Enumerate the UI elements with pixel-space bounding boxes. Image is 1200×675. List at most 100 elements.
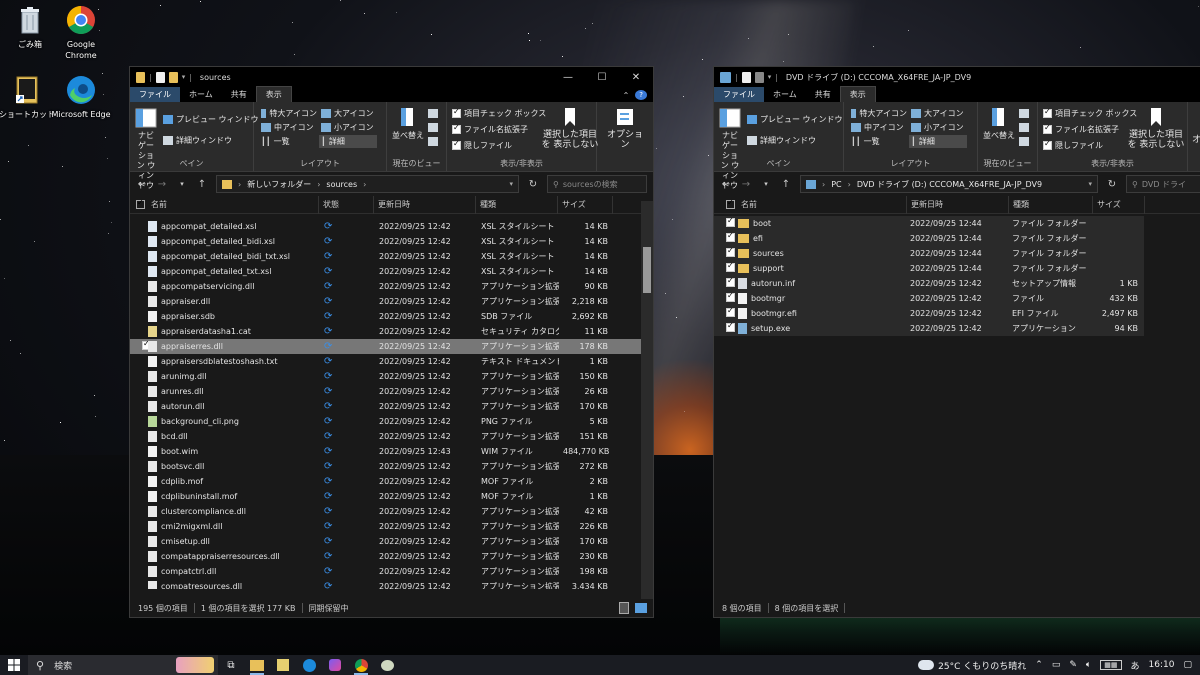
chevron-down-icon[interactable]: ▾ — [1088, 180, 1092, 188]
table-row[interactable]: autorun.dll ⟳ 2022/09/25 12:42 アプリケーション拡張 17… — [130, 399, 653, 414]
tab-file[interactable]: ファイル — [130, 87, 180, 102]
group-by-icon[interactable] — [428, 109, 438, 118]
row-checkbox-checked[interactable] — [142, 341, 148, 350]
taskbar-edge[interactable] — [296, 655, 322, 675]
layout-details[interactable]: ┃ 詳細 — [909, 135, 967, 148]
notification-icon[interactable]: ▢ — [1183, 660, 1192, 670]
sort-button[interactable]: 並べ替え — [983, 107, 1015, 146]
layout-xl-icons[interactable]: 特大アイコン — [849, 107, 907, 120]
layout-s-icons[interactable]: 小アイコン — [319, 121, 377, 134]
table-row[interactable]: cmisetup.dll ⟳ 2022/09/25 12:42 アプリケーション拡張 1… — [130, 534, 653, 549]
navigation-pane-button[interactable]: ナビゲーション ウィンドウ — [719, 107, 741, 191]
properties-icon[interactable] — [741, 71, 751, 83]
table-row[interactable]: boot 2022/09/25 12:44 ファイル フォルダー — [714, 216, 1144, 231]
new-folder-icon[interactable] — [168, 71, 178, 83]
table-row[interactable]: compatappraiserresources.dll ⟳ 2022/09/25 … — [130, 549, 653, 564]
search-box[interactable]: ⚲ sourcesの検索 — [547, 175, 647, 193]
table-row[interactable]: appraiserdatasha1.cat ⟳ 2022/09/25 12:42 セキ… — [130, 324, 653, 339]
taskbar-search[interactable]: ⚲ 検索 — [28, 655, 218, 675]
chevron-down-icon[interactable]: ▾ — [509, 180, 513, 188]
add-columns-icon[interactable] — [428, 123, 438, 132]
breadcrumb-item[interactable]: DVD ドライブ (D:) CCCOMA_X64FRE_JA-JP_DV9 — [857, 179, 1042, 190]
tab-share[interactable]: 共有 — [806, 87, 840, 102]
details-pane-button[interactable]: 詳細ウィンドウ — [747, 134, 843, 147]
vertical-scrollbar[interactable] — [641, 201, 653, 599]
table-row[interactable]: bootmgr 2022/09/25 12:42 ファイル 432 KB — [714, 291, 1144, 306]
taskbar-explorer[interactable] — [244, 655, 270, 675]
table-row[interactable]: cmi2migxml.dll ⟳ 2022/09/25 12:42 アプリケーション拡… — [130, 519, 653, 534]
table-row[interactable]: appraiserres.dll ⟳ 2022/09/25 12:42 アプリケーショ… — [130, 339, 653, 354]
table-row[interactable]: appcompat_detailed_txt.xsl ⟳ 2022/09/25 12… — [130, 264, 653, 279]
layout-xl-icons[interactable]: 特大アイコン — [259, 107, 317, 120]
keyboard-icon[interactable]: ▦▦ — [1100, 660, 1122, 670]
new-folder-icon[interactable] — [754, 71, 764, 83]
options-button[interactable]: オプション — [605, 106, 645, 150]
table-row[interactable]: sources 2022/09/25 12:44 ファイル フォルダー — [714, 246, 1144, 261]
help-icon[interactable]: ? — [635, 90, 647, 100]
tab-home[interactable]: ホーム — [180, 87, 222, 102]
explorer-window-dvd-drive[interactable]: | ▾ | DVD ドライブ (D:) CCCOMA_X64FRE_JA-JP_… — [713, 66, 1200, 618]
breadcrumb-item[interactable]: sources — [326, 180, 357, 189]
column-header-status[interactable]: 状態 — [319, 195, 374, 214]
minimize-button[interactable]: — — [551, 67, 585, 87]
table-row[interactable]: clustercompliance.dll ⟳ 2022/09/25 12:42 アプ… — [130, 504, 653, 519]
table-row[interactable]: support 2022/09/25 12:44 ファイル フォルダー — [714, 261, 1144, 276]
scrollbar-thumb[interactable] — [643, 247, 651, 293]
row-checkbox-checked[interactable] — [726, 218, 735, 227]
row-checkbox-checked[interactable] — [726, 308, 735, 317]
table-row[interactable]: appraiser.dll ⟳ 2022/09/25 12:42 アプリケーション拡張… — [130, 294, 653, 309]
desktop-icon-shortcut[interactable]: ショートカット — [0, 74, 57, 120]
preview-pane-button[interactable]: プレビュー ウィンドウ — [747, 113, 843, 126]
table-row[interactable]: compatctrl.dll ⟳ 2022/09/25 12:42 アプリケーション拡… — [130, 564, 653, 579]
column-header-name[interactable]: 名前 — [737, 195, 907, 214]
table-row[interactable]: cdplib.mof ⟳ 2022/09/25 12:42 MOF ファイル 2 KB — [130, 474, 653, 489]
start-button[interactable] — [0, 659, 28, 671]
column-header-date[interactable]: 更新日時 — [907, 195, 1009, 214]
size-columns-icon[interactable] — [428, 137, 438, 146]
task-view-button[interactable]: ⧉ — [218, 655, 244, 675]
item-checkbox-toggle[interactable]: 項目チェック ボックス — [452, 107, 546, 120]
table-row[interactable]: appcompat_detailed_bidi.xsl ⟳ 2022/09/25 1… — [130, 234, 653, 249]
table-row[interactable]: arunimg.dll ⟳ 2022/09/25 12:42 アプリケーション拡張 15… — [130, 369, 653, 384]
table-row[interactable]: efi 2022/09/25 12:44 ファイル フォルダー — [714, 231, 1144, 246]
large-icons-view-icon[interactable] — [635, 603, 647, 613]
row-checkbox-checked[interactable] — [726, 278, 735, 287]
properties-icon[interactable] — [155, 71, 165, 83]
row-checkbox-checked[interactable] — [726, 233, 735, 242]
chevron-down-icon[interactable]: ▾ — [182, 73, 186, 81]
table-row[interactable]: autorun.inf 2022/09/25 12:42 セットアップ情報 1 KB — [714, 276, 1144, 291]
details-pane-button[interactable]: 詳細ウィンドウ — [163, 134, 259, 147]
close-button[interactable]: ✕ — [619, 67, 653, 87]
table-row[interactable]: appraiser.sdb ⟳ 2022/09/25 12:42 SDB ファイル 2,… — [130, 309, 653, 324]
layout-s-icons[interactable]: 小アイコン — [909, 121, 967, 134]
group-by-icon[interactable] — [1019, 109, 1029, 118]
explorer-window-sources[interactable]: | ▾ | sources — ☐ ✕ ファイル ホーム 共有 表示 ⌃ ? ナ… — [129, 66, 654, 618]
select-all-checkbox[interactable] — [726, 198, 735, 209]
options-button[interactable]: オ — [1192, 132, 1200, 145]
layout-list[interactable]: ┃┃ 一覧 — [259, 135, 317, 148]
hidden-files-toggle[interactable]: 隠しファイル — [452, 139, 546, 152]
taskbar-other[interactable] — [374, 655, 400, 675]
preview-pane-button[interactable]: プレビュー ウィンドウ — [163, 113, 259, 126]
table-row[interactable]: appcompat_detailed.xsl ⟳ 2022/09/25 12:42 X… — [130, 219, 653, 234]
layout-list[interactable]: ┃┃ 一覧 — [849, 135, 907, 148]
tab-share[interactable]: 共有 — [222, 87, 256, 102]
address-bar[interactable]: › 新しいフォルダー › sources › ▾ — [216, 175, 519, 193]
size-columns-icon[interactable] — [1019, 137, 1029, 146]
layout-m-icons[interactable]: 中アイコン — [259, 121, 317, 134]
table-row[interactable]: bootmgr.efi 2022/09/25 12:42 EFI ファイル 2,497… — [714, 306, 1144, 321]
layout-m-icons[interactable]: 中アイコン — [849, 121, 907, 134]
column-header-date[interactable]: 更新日時 — [374, 195, 476, 214]
address-bar[interactable]: › PC › DVD ドライブ (D:) CCCOMA_X64FRE_JA-JP… — [800, 175, 1098, 193]
layout-l-icons[interactable]: 大アイコン — [319, 107, 377, 120]
table-row[interactable]: appcompat_detailed_bidi_txt.xsl ⟳ 2022/09/… — [130, 249, 653, 264]
tab-view[interactable]: 表示 — [255, 86, 292, 102]
chevron-up-icon[interactable]: ⌃ — [1035, 660, 1043, 670]
row-checkbox-checked[interactable] — [726, 293, 735, 302]
table-row[interactable]: setup.exe 2022/09/25 12:42 アプリケーション 94 KB — [714, 321, 1144, 336]
title-bar[interactable]: | ▾ | DVD ドライブ (D:) CCCOMA_X64FRE_JA-JP_… — [714, 67, 1200, 87]
navigation-pane-button[interactable]: ナビゲーション ウィンドウ — [135, 107, 157, 191]
weather-widget[interactable]: 25°C くもりのち晴れ — [918, 659, 1026, 672]
column-header-size[interactable]: サイズ — [558, 195, 613, 214]
column-header-type[interactable]: 種類 — [476, 195, 558, 214]
